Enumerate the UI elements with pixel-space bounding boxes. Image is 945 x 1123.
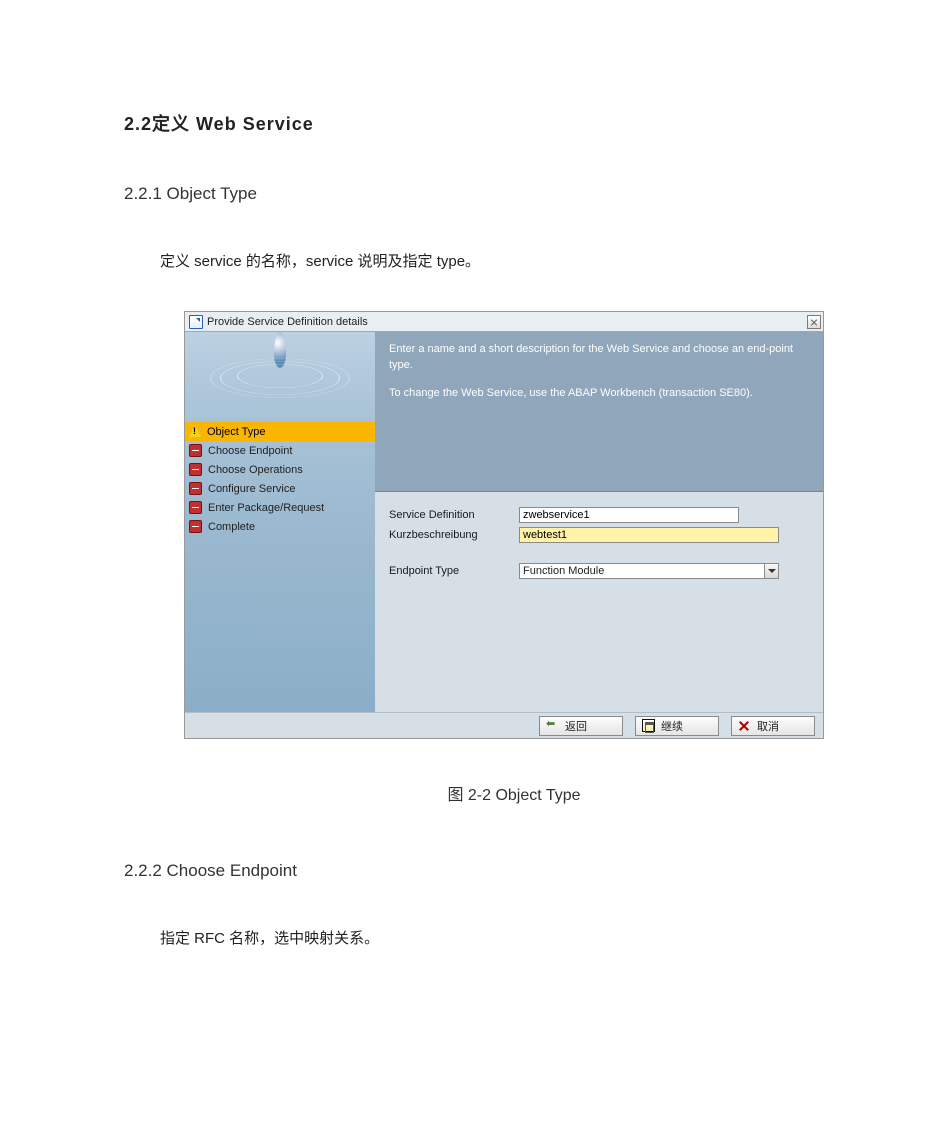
wizard-step-label: Configure Service bbox=[208, 483, 295, 495]
document-icon bbox=[189, 315, 203, 329]
service-definition-field[interactable] bbox=[519, 507, 739, 523]
back-button-label: 返回 bbox=[565, 718, 587, 734]
endpoint-type-value: Function Module bbox=[523, 565, 604, 577]
save-icon bbox=[642, 719, 655, 732]
stop-icon bbox=[189, 501, 202, 514]
instruction-line-2: To change the Web Service, use the ABAP … bbox=[389, 386, 809, 402]
water-drop-graphic bbox=[220, 336, 340, 420]
dialog-buttonbar: 返回 继续 取消 bbox=[185, 712, 823, 738]
section-heading: 2.2定义 Web Service bbox=[124, 110, 945, 136]
paragraph-1: 定义 service 的名称，service 说明及指定 type。 bbox=[160, 250, 945, 271]
wizard-step-label: Object Type bbox=[207, 426, 266, 438]
instruction-panel: Enter a name and a short description for… bbox=[375, 332, 823, 492]
kurzbeschreibung-label: Kurzbeschreibung bbox=[389, 529, 519, 541]
wizard-step-label: Choose Operations bbox=[208, 464, 303, 476]
stop-icon bbox=[189, 463, 202, 476]
stop-icon bbox=[189, 520, 202, 533]
dialog-main: Enter a name and a short description for… bbox=[375, 332, 823, 712]
sap-dialog: Provide Service Definition details Objec… bbox=[184, 311, 824, 739]
stop-icon bbox=[189, 482, 202, 495]
subsection-heading-1: 2.2.1 Object Type bbox=[124, 184, 945, 204]
stop-icon bbox=[189, 444, 202, 457]
arrow-left-icon bbox=[546, 719, 559, 732]
dialog-title: Provide Service Definition details bbox=[207, 316, 368, 328]
service-definition-label: Service Definition bbox=[389, 509, 519, 521]
endpoint-type-label: Endpoint Type bbox=[389, 565, 519, 577]
endpoint-type-dropdown[interactable]: Function Module bbox=[519, 563, 779, 579]
wizard-step-object-type[interactable]: Object Type bbox=[185, 422, 375, 441]
back-button[interactable]: 返回 bbox=[539, 716, 623, 736]
form-panel: Service Definition Kurzbeschreibung Endp… bbox=[375, 492, 823, 712]
wizard-step-label: Enter Package/Request bbox=[208, 502, 324, 514]
continue-button-label: 继续 bbox=[661, 718, 683, 734]
subsection-heading-2: 2.2.2 Choose Endpoint bbox=[124, 861, 945, 881]
wizard-step-enter-package[interactable]: Enter Package/Request bbox=[185, 498, 375, 517]
cancel-button[interactable]: 取消 bbox=[731, 716, 815, 736]
cancel-button-label: 取消 bbox=[757, 718, 779, 734]
dialog-titlebar: Provide Service Definition details bbox=[185, 312, 823, 332]
wizard-step-label: Choose Endpoint bbox=[208, 445, 292, 457]
continue-button[interactable]: 继续 bbox=[635, 716, 719, 736]
wizard-step-choose-operations[interactable]: Choose Operations bbox=[185, 460, 375, 479]
warning-icon bbox=[189, 425, 201, 437]
wizard-step-configure-service[interactable]: Configure Service bbox=[185, 479, 375, 498]
paragraph-2: 指定 RFC 名称，选中映射关系。 bbox=[160, 927, 945, 948]
wizard-sidebar: Object Type Choose Endpoint Choose Opera… bbox=[185, 332, 375, 712]
kurzbeschreibung-field[interactable] bbox=[519, 527, 779, 543]
wizard-step-choose-endpoint[interactable]: Choose Endpoint bbox=[185, 441, 375, 460]
wizard-step-label: Complete bbox=[208, 521, 255, 533]
chevron-down-icon[interactable] bbox=[764, 564, 778, 578]
instruction-line-1: Enter a name and a short description for… bbox=[389, 342, 809, 374]
figure-caption: 图 2‑2 Object Type bbox=[184, 781, 844, 805]
dialog-body: Object Type Choose Endpoint Choose Opera… bbox=[185, 332, 823, 712]
cancel-icon bbox=[738, 719, 751, 732]
close-icon[interactable] bbox=[807, 315, 821, 329]
wizard-step-complete[interactable]: Complete bbox=[185, 517, 375, 536]
